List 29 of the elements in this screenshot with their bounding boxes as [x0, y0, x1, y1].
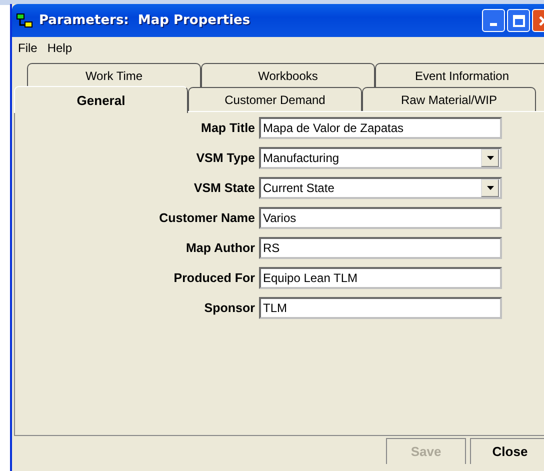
tab[interactable]: General — [14, 86, 188, 113]
field-label: Map Author — [185, 241, 255, 255]
tab[interactable]: Raw Material/WIP — [362, 87, 536, 112]
close-dialog-button[interactable]: Close — [470, 438, 544, 464]
field-label: VSM State — [192, 181, 255, 195]
menu-item[interactable]: Help — [47, 41, 72, 55]
dropdown-field[interactable]: Manufacturing — [259, 147, 502, 169]
tab[interactable]: Workbooks — [201, 63, 375, 87]
maximize-button[interactable] — [507, 9, 530, 32]
field-label: VSM Type — [195, 151, 255, 165]
field-label: Sponsor — [203, 301, 255, 315]
window-title: Parameters: Map Properties — [39, 13, 252, 28]
dropdown-field[interactable]: Current State — [259, 177, 502, 199]
menu-item[interactable]: File — [18, 41, 38, 55]
tab[interactable]: Work Time — [27, 63, 201, 87]
input-field[interactable]: RS — [259, 237, 502, 259]
maximize-icon — [512, 14, 524, 26]
minimize-icon — [490, 23, 497, 26]
input-field[interactable]: Varios — [259, 207, 502, 229]
minimize-button[interactable] — [482, 9, 505, 32]
input-field[interactable]: TLM — [259, 297, 502, 319]
field-label: Map Title — [200, 121, 255, 135]
app-icon — [16, 12, 34, 28]
input-field[interactable]: Equipo Lean TLM — [259, 267, 502, 289]
input-field[interactable]: Mapa de Valor de Zapatas — [259, 117, 502, 139]
tab[interactable]: Event Information — [375, 63, 544, 87]
field-label: Customer Name — [158, 211, 255, 225]
field-label: Produced For — [172, 271, 255, 285]
tab[interactable]: Customer Demand — [188, 87, 362, 112]
